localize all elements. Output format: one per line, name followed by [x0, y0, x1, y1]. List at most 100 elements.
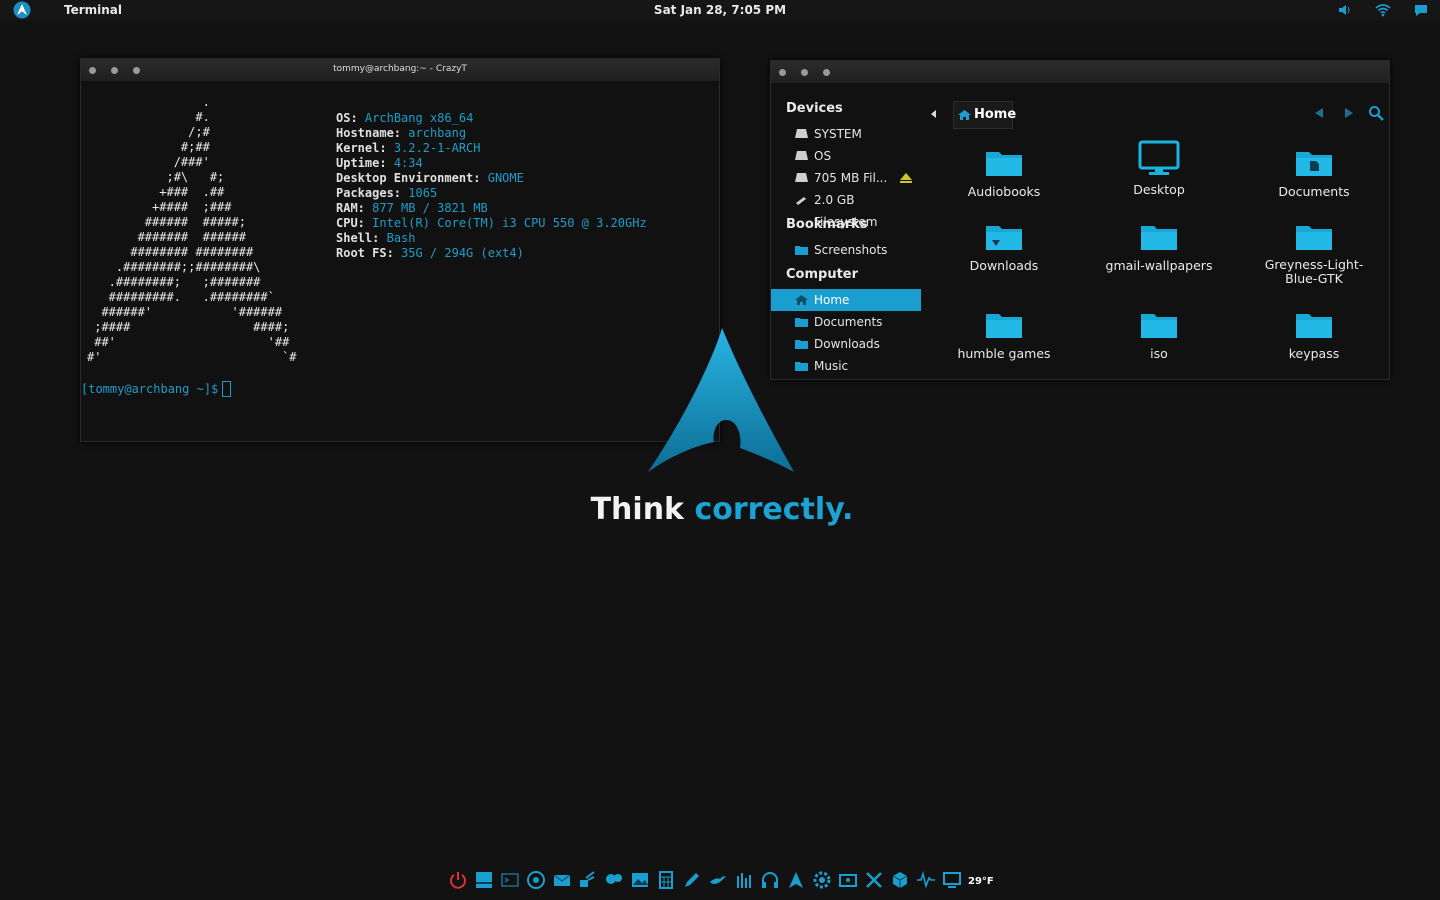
- terminal-window[interactable]: tommy@archbang:~ - CrazyT . #. /;# #;## …: [80, 58, 720, 442]
- drive-manager-icon[interactable]: [838, 870, 858, 890]
- display-icon[interactable]: [942, 870, 962, 890]
- path-home-label: Home: [974, 107, 1017, 122]
- system-info-key: OS:: [336, 111, 358, 125]
- equalizer-icon[interactable]: [734, 870, 754, 890]
- sidebar-item-home[interactable]: Home: [771, 289, 921, 311]
- system-info-value: archbang: [408, 126, 467, 140]
- files-icon[interactable]: [474, 870, 494, 890]
- sidebar-heading-devices: Devices: [786, 101, 843, 116]
- system-info-key: Root FS:: [336, 246, 394, 260]
- documents-folder-icon: [1296, 152, 1332, 176]
- folder-label: keypass: [1288, 346, 1340, 361]
- sidebar-item-label: OS: [814, 149, 832, 163]
- bird-icon[interactable]: [708, 870, 728, 890]
- headphones-icon[interactable]: [760, 870, 780, 890]
- file-manager-titlebar[interactable]: [771, 61, 1389, 83]
- folder-item-gmail-wallpapers[interactable]: gmail-wallpapers: [1084, 220, 1234, 273]
- minimize-button[interactable]: [801, 69, 808, 76]
- sidebar-item-label: 705 MB Fil...: [814, 171, 888, 185]
- file-manager-window[interactable]: Devices SYSTEM OS 705 MB Fil... 2.0 GB F…: [770, 60, 1390, 380]
- folder-item-iso[interactable]: iso: [1084, 308, 1234, 361]
- downloads-folder-icon: [986, 226, 1022, 250]
- system-info-key: CPU:: [336, 216, 365, 230]
- folder-icon: [795, 246, 808, 255]
- pen-icon[interactable]: [682, 870, 702, 890]
- search-icon[interactable]: [1368, 105, 1384, 121]
- sidebar-item-705mb[interactable]: 705 MB Fil...: [771, 167, 921, 189]
- system-info-line: CPU: Intel(R) Core(TM) i3 CPU 550 @ 3.20…: [336, 216, 647, 231]
- system-info-key: Kernel:: [336, 141, 387, 155]
- folder-item-audiobooks[interactable]: Audiobooks: [929, 146, 1079, 199]
- system-info-line: Packages: 1065: [336, 186, 647, 201]
- volume-icon[interactable]: [1337, 2, 1353, 18]
- path-home-button[interactable]: Home: [953, 101, 1017, 129]
- sidebar-heading-computer: Computer: [786, 267, 859, 282]
- terminal-title: tommy@archbang:~ - CrazyT: [333, 64, 467, 74]
- folder-icon: [1296, 226, 1332, 250]
- system-info-key: Desktop Environment:: [336, 171, 481, 185]
- folder-item-humble-games[interactable]: humble games: [929, 308, 1079, 361]
- folder-item-keypass[interactable]: keypass: [1239, 308, 1389, 361]
- network-icon[interactable]: [578, 870, 598, 890]
- terminal-titlebar[interactable]: tommy@archbang:~ - CrazyT: [81, 59, 719, 81]
- clock[interactable]: Sat Jan 28, 7:05 PM: [0, 3, 1440, 17]
- sidebar-item-label: Documents: [814, 315, 883, 329]
- tools-icon[interactable]: [864, 870, 884, 890]
- system-info-line: OS: ArchBang x86_64: [336, 111, 647, 126]
- system-info-line: Root FS: 35G / 294G (ext4): [336, 246, 647, 261]
- system-info-key: Uptime:: [336, 156, 387, 170]
- shell-prompt[interactable]: [tommy@archbang ~]$: [81, 381, 232, 397]
- folder-item-downloads[interactable]: Downloads: [929, 220, 1079, 273]
- package-icon[interactable]: [890, 870, 910, 890]
- folder-icon: [795, 340, 808, 349]
- folder-icon: [986, 152, 1022, 176]
- eject-icon[interactable]: [899, 172, 913, 184]
- folder-label: humble games: [957, 346, 1051, 361]
- chat-icon[interactable]: [1413, 2, 1429, 18]
- wallpaper-slogan: Think correctly.: [0, 492, 1440, 527]
- weather-temperature[interactable]: 29°F: [968, 876, 994, 887]
- chat-bubbles-icon[interactable]: [604, 870, 624, 890]
- chrome-icon[interactable]: [526, 870, 546, 890]
- power-icon[interactable]: [448, 870, 468, 890]
- folder-icon: [1141, 226, 1177, 250]
- folder-item-desktop[interactable]: Desktop: [1084, 140, 1234, 197]
- sidebar-item-system[interactable]: SYSTEM: [771, 123, 921, 145]
- system-info-value: 35G / 294G (ext4): [401, 246, 524, 260]
- path-back-arrow-icon[interactable]: [931, 110, 937, 118]
- drive-icon: [795, 151, 808, 160]
- mail-icon[interactable]: [552, 870, 572, 890]
- maximize-button[interactable]: [823, 69, 830, 76]
- sidebar-item-label: SYSTEM: [814, 127, 862, 141]
- system-info-line: Desktop Environment: GNOME: [336, 171, 647, 186]
- folder-label: Greyness-Light-Blue-GTK: [1264, 257, 1364, 286]
- folder-item-documents[interactable]: Documents: [1239, 146, 1389, 199]
- back-arrow-icon[interactable]: [1311, 105, 1327, 121]
- sidebar-item-os[interactable]: OS: [771, 145, 921, 167]
- terminal-icon[interactable]: [500, 870, 520, 890]
- calculator-icon[interactable]: [656, 870, 676, 890]
- slogan-correctly: correctly.: [694, 492, 854, 527]
- system-info-line: RAM: 877 MB / 3821 MB: [336, 201, 647, 216]
- folder-label: iso: [1150, 346, 1168, 361]
- home-icon: [958, 110, 971, 120]
- ascii-art: . #. /;# #;## /###' ;#\ #; +### .## +###…: [87, 95, 297, 364]
- sidebar-item-label: Screenshots: [814, 243, 888, 257]
- top-panel: Terminal Sat Jan 28, 7:05 PM: [0, 0, 1440, 20]
- folder-label: Audiobooks: [967, 184, 1041, 199]
- forward-arrow-icon[interactable]: [1341, 105, 1357, 121]
- sidebar-item-2gb[interactable]: 2.0 GB Filesystem: [771, 189, 921, 229]
- system-monitor-icon[interactable]: [916, 870, 936, 890]
- arch-icon[interactable]: [786, 870, 806, 890]
- system-info-line: Shell: Bash: [336, 231, 647, 246]
- folder-icon: [795, 362, 808, 371]
- sidebar-heading-bookmarks: Bookmarks: [786, 217, 868, 232]
- settings-icon[interactable]: [812, 870, 832, 890]
- wifi-icon[interactable]: [1375, 2, 1391, 18]
- sidebar-item-label: Music: [814, 359, 849, 373]
- sidebar-item-screenshots[interactable]: Screenshots: [771, 239, 921, 261]
- close-button[interactable]: [779, 69, 786, 76]
- image-viewer-icon[interactable]: [630, 870, 650, 890]
- folder-item-greyness[interactable]: Greyness-Light-Blue-GTK: [1239, 220, 1389, 286]
- folder-icon: [1141, 314, 1177, 338]
